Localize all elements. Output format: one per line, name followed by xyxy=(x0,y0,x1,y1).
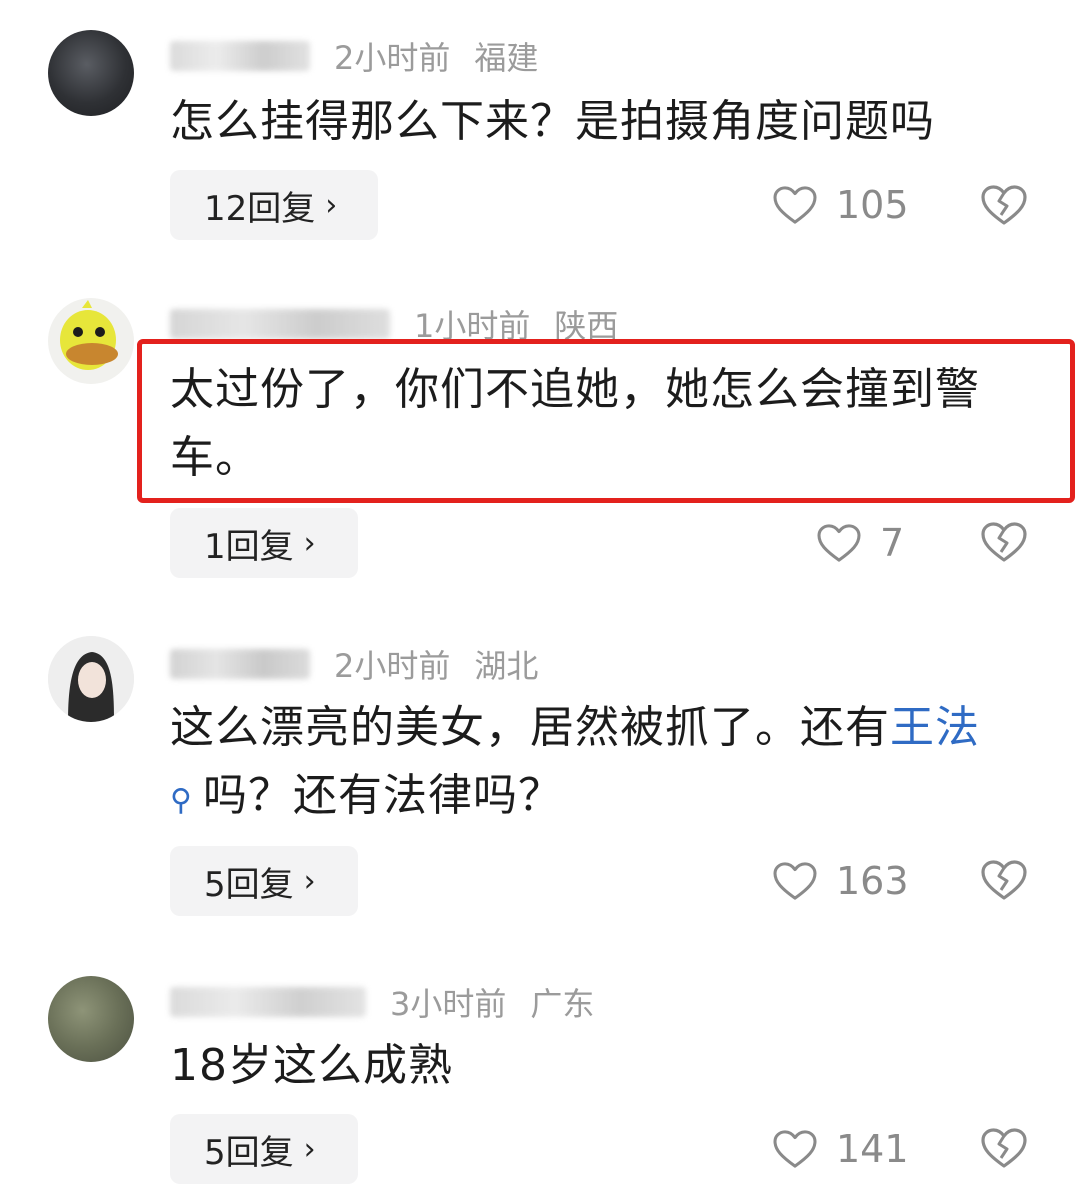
comment-meta: 2小时前 湖北 xyxy=(170,642,538,686)
replies-label: 5回复 xyxy=(204,864,294,905)
username-blurred[interactable] xyxy=(170,41,310,71)
chevron-right-icon: › xyxy=(303,525,316,561)
avatar[interactable] xyxy=(48,298,134,384)
comment-text: 18岁这么成熟 xyxy=(170,1040,453,1091)
username-blurred[interactable] xyxy=(170,987,366,1017)
replies-label: 12回复 xyxy=(204,188,316,229)
comment-time: 2小时前 xyxy=(334,39,451,77)
comment-time: 3小时前 xyxy=(390,985,507,1023)
replies-button[interactable]: 1回复 › xyxy=(170,508,358,578)
heart-outline-icon xyxy=(773,862,817,900)
comment-text: 这么漂亮的美女，居然被抓了。还有王法 ⚲ 吗？还有法律吗？ xyxy=(170,694,1040,835)
keyword-link[interactable]: 王法 xyxy=(890,702,980,753)
like-button[interactable]: 105 xyxy=(772,170,909,240)
like-count: 7 xyxy=(880,521,905,565)
comment-location: 广东 xyxy=(530,985,595,1023)
like-button[interactable]: 141 xyxy=(772,1114,909,1184)
chevron-right-icon: › xyxy=(325,187,338,223)
portrait-avatar-image xyxy=(48,636,134,722)
comment-time: 2小时前 xyxy=(334,647,451,685)
like-button[interactable]: 7 xyxy=(816,508,904,578)
comment-location: 湖北 xyxy=(474,647,539,685)
avatar[interactable] xyxy=(48,30,134,116)
heart-outline-icon xyxy=(773,186,817,224)
heart-outline-icon xyxy=(817,524,861,562)
comment-text: 怎么挂得那么下来？是拍摄角度问题吗 xyxy=(170,96,935,147)
duck-avatar-image xyxy=(60,300,118,370)
replies-label: 1回复 xyxy=(204,526,294,567)
replies-button[interactable]: 5回复 › xyxy=(170,1114,358,1184)
comment-text-after-link: 吗？还有法律吗？ xyxy=(202,770,563,821)
broken-heart-icon[interactable] xyxy=(980,520,1028,564)
like-count: 163 xyxy=(836,859,909,903)
chevron-right-icon: › xyxy=(303,863,316,899)
heart-outline-icon xyxy=(773,1130,817,1168)
replies-button[interactable]: 5回复 › xyxy=(170,846,358,916)
replies-label: 5回复 xyxy=(204,1132,294,1173)
username-blurred[interactable] xyxy=(170,649,310,679)
like-button[interactable]: 163 xyxy=(772,846,909,916)
broken-heart-icon[interactable] xyxy=(980,1126,1028,1170)
comment-meta: 2小时前 福建 xyxy=(170,34,538,78)
like-count: 105 xyxy=(836,183,909,227)
avatar[interactable] xyxy=(48,636,134,722)
username-blurred[interactable] xyxy=(170,309,390,339)
broken-heart-icon[interactable] xyxy=(980,183,1028,227)
comment-location: 福建 xyxy=(474,39,539,77)
replies-button[interactable]: 12回复 › xyxy=(170,170,378,240)
avatar[interactable] xyxy=(48,976,134,1062)
search-icon[interactable]: ⚲ xyxy=(170,767,193,835)
broken-heart-icon[interactable] xyxy=(980,858,1028,902)
chevron-right-icon: › xyxy=(303,1131,316,1167)
comment-text-before-link: 这么漂亮的美女，居然被抓了。还有 xyxy=(170,702,890,753)
like-count: 141 xyxy=(836,1127,909,1171)
highlight-box xyxy=(137,339,1075,503)
comment-meta: 3小时前 广东 xyxy=(170,980,594,1024)
